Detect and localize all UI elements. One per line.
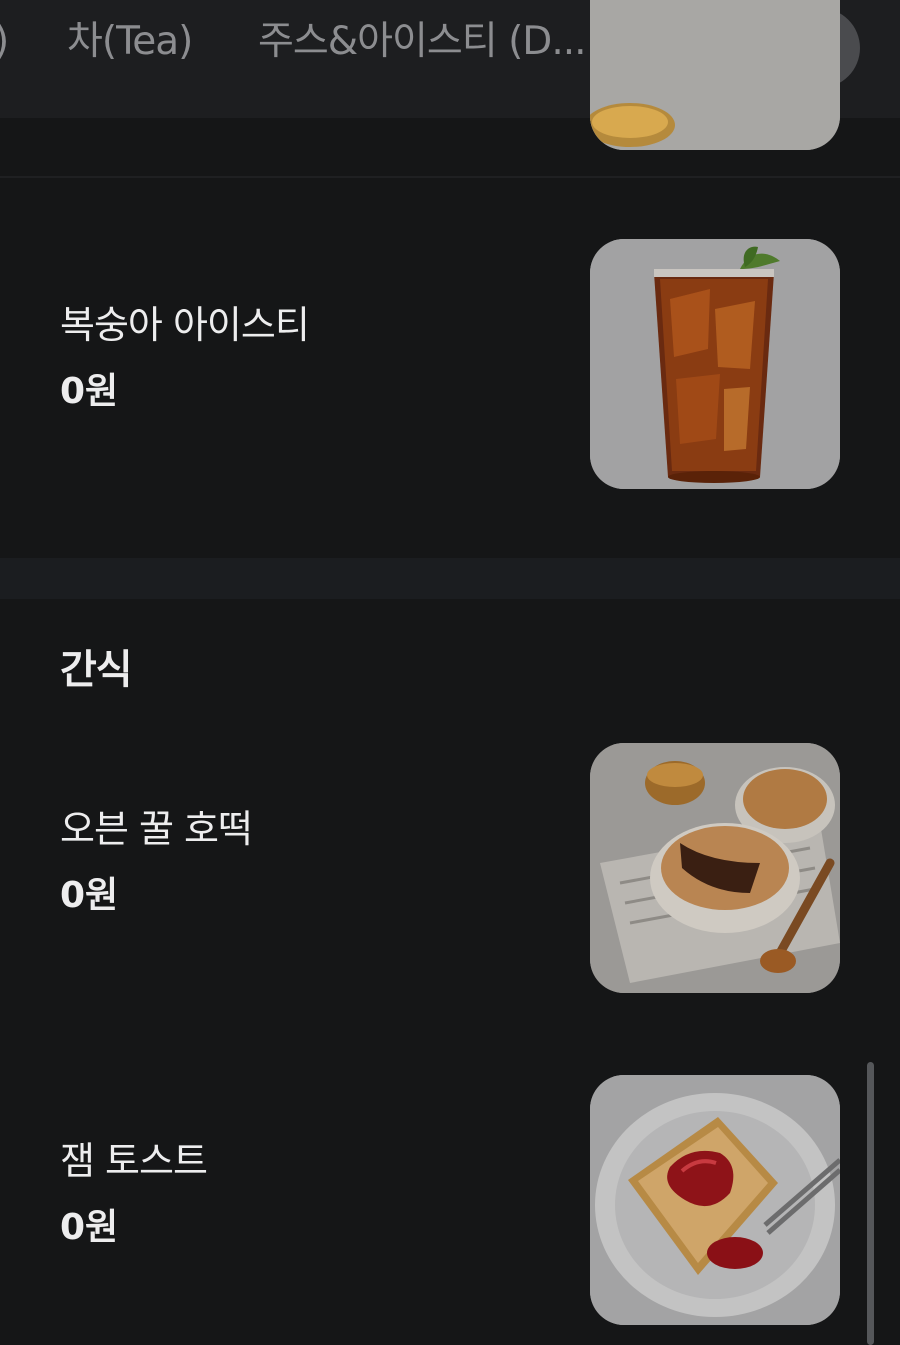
menu-item-name: 오븐 꿀 호떡: [60, 807, 253, 851]
previous-item-image[interactable]: [590, 0, 840, 150]
menu-item-price: 0원: [60, 875, 119, 916]
hotteok-image: [590, 743, 840, 993]
section-divider: [0, 558, 900, 599]
tab-tea[interactable]: 차(Tea): [67, 18, 193, 66]
scrollbar[interactable]: [867, 1062, 874, 1345]
tab-previous-category[interactable]: ): [0, 18, 9, 66]
tab-juice-iced-tea[interactable]: 주스&아이스티 (D...: [258, 18, 587, 66]
menu-item-price: 0원: [60, 371, 119, 412]
iced-tea-image: [590, 239, 840, 489]
section-title-snack: 간식: [60, 647, 133, 693]
item-divider: [0, 176, 900, 178]
jam-toast-image: [590, 1075, 840, 1325]
menu-item-price: 0원: [60, 1207, 119, 1248]
menu-item-name: 잼 토스트: [60, 1139, 208, 1183]
menu-item-name: 복숭아 아이스티: [60, 303, 310, 347]
